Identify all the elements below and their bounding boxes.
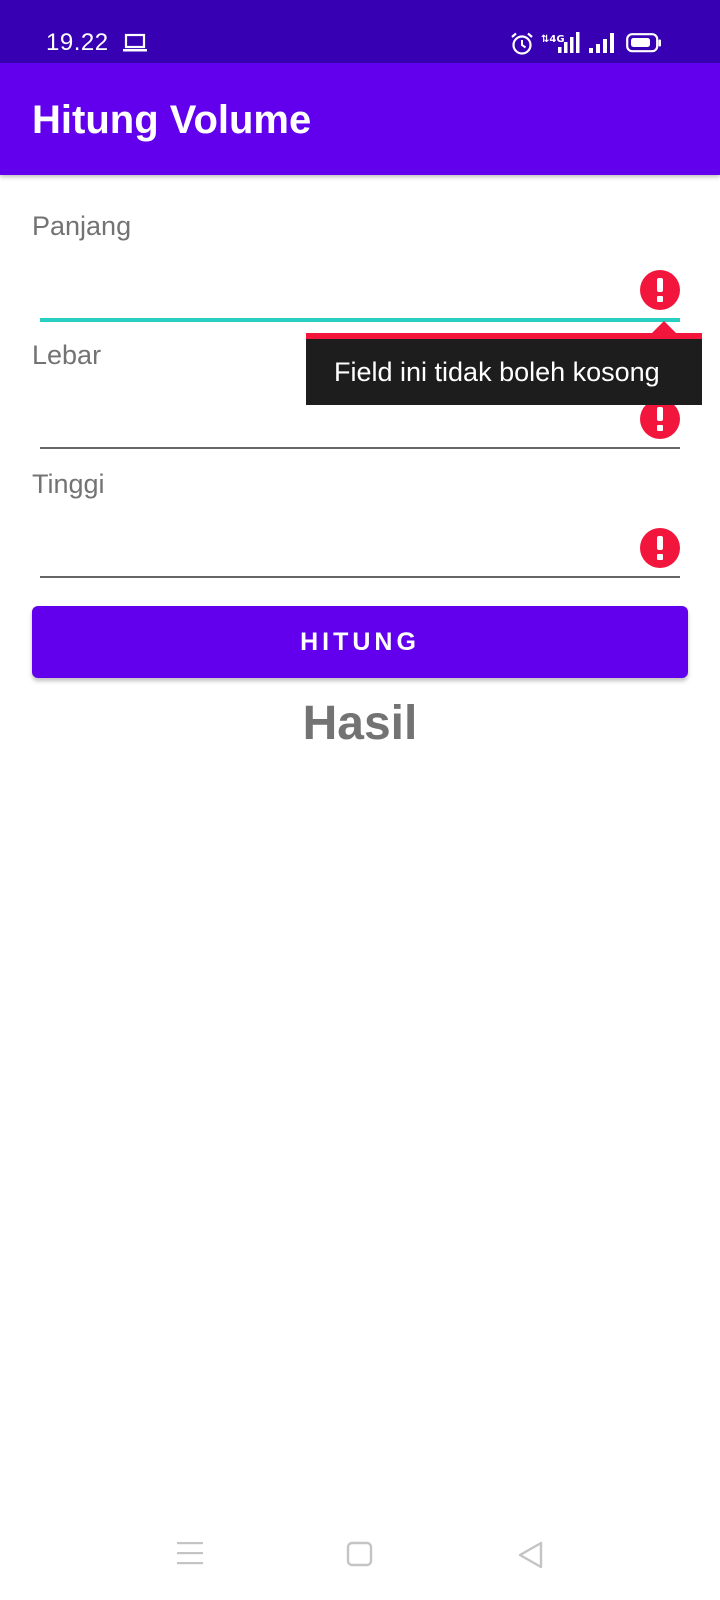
laptop-icon (122, 33, 148, 58)
tinggi-error-icon[interactable] (640, 528, 680, 568)
error-popup-pointer (652, 321, 676, 333)
lebar-input[interactable] (40, 401, 680, 449)
status-time: 19.22 (46, 29, 109, 56)
panjang-underline (40, 318, 680, 322)
error-popup: Field ini tidak boleh kosong (306, 333, 702, 405)
battery-icon (626, 33, 662, 58)
home-icon[interactable] (345, 1540, 375, 1573)
tinggi-label: Tinggi (32, 469, 105, 499)
back-icon[interactable] (516, 1540, 546, 1575)
lebar-label: Lebar (32, 340, 102, 370)
panjang-input[interactable] (40, 272, 680, 320)
panjang-label: Panjang (32, 211, 132, 241)
lebar-underline (40, 447, 680, 449)
svg-text:⇅4G: ⇅4G (541, 34, 565, 45)
page-title: Hitung Volume (32, 98, 312, 142)
app-bar: Hitung Volume (0, 63, 720, 175)
menu-icon[interactable] (175, 1540, 205, 1571)
4g-network-icon: ⇅4G (540, 31, 580, 60)
panjang-error-icon[interactable] (640, 270, 680, 310)
status-bar: 19.22 ⇅4G (0, 0, 720, 63)
result-label: Hasil (302, 697, 418, 750)
signal-icon (588, 32, 616, 59)
tinggi-input[interactable] (40, 530, 680, 578)
alarm-icon (509, 31, 535, 62)
hitung-button[interactable]: HITUNG (32, 606, 688, 678)
lebar-error-icon[interactable] (640, 399, 680, 439)
tinggi-underline (40, 576, 680, 578)
error-message: Field ini tidak boleh kosong (334, 357, 660, 387)
